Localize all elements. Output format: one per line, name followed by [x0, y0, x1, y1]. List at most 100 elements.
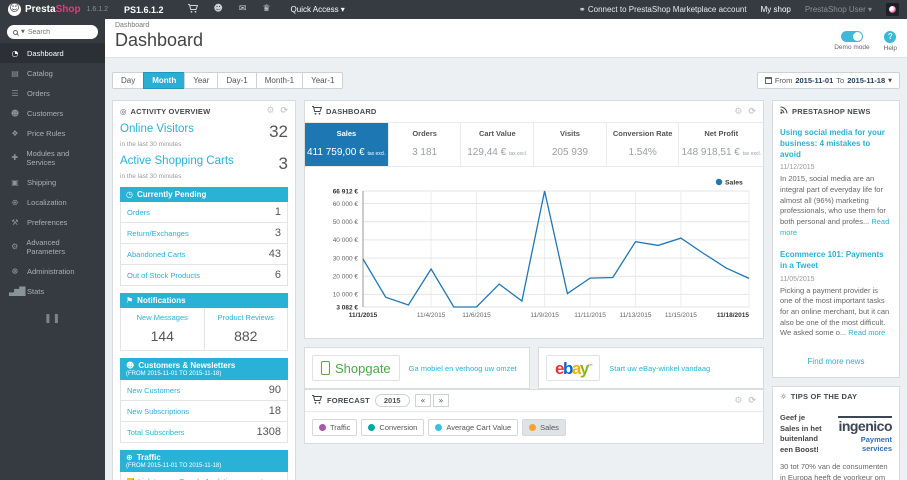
read-more-link[interactable]: Read more	[848, 328, 885, 337]
range-year-1-button[interactable]: Year-1	[302, 72, 344, 89]
news-article-title[interactable]: Using social media for your business: 4 …	[780, 128, 892, 160]
prestashop-logo[interactable]: ☺ PrestaShop 1.6.1.2	[8, 3, 108, 16]
svg-text:3 082 €: 3 082 €	[336, 304, 358, 311]
my-shop-link[interactable]: My shop	[761, 5, 791, 14]
new-subscriptions-link[interactable]: New Subscriptions	[127, 407, 189, 416]
online-visitors-value: 32	[269, 122, 288, 141]
customers-quick-icon[interactable]: ☻	[214, 4, 223, 16]
user-menu[interactable]: PrestaShop User ▾	[805, 5, 872, 14]
forecast-next-button[interactable]: »	[432, 394, 450, 407]
prestashop-logo-icon: ☺	[8, 3, 21, 16]
sidebar-item-orders[interactable]: ☰ Orders	[0, 83, 105, 103]
active-carts-link[interactable]: Active Shopping Carts	[120, 155, 234, 167]
legend-conversion-button[interactable]: Conversion	[361, 419, 425, 436]
svg-text:11/13/2015: 11/13/2015	[619, 312, 651, 319]
gear-icon[interactable]: ⚙	[734, 396, 742, 406]
tips-panel: ☼ TIPS OF THE DAY Geef je Sales in het b…	[772, 386, 900, 480]
sidebar-item-administration[interactable]: ☸ Administration	[0, 261, 105, 281]
date-range-picker[interactable]: From 2015-11-01 To 2015-11-18 ▼	[756, 72, 900, 89]
sidebar-item-customers[interactable]: ☻ Customers	[0, 103, 105, 123]
rss-icon	[780, 106, 788, 116]
sidebar-item-shipping[interactable]: ▣ Shipping	[0, 172, 105, 192]
ebay-link[interactable]: Start uw eBay-winkel vandaag	[609, 364, 710, 373]
help-label: Help	[883, 45, 897, 52]
sidebar-item-preferences[interactable]: ⚒ Preferences	[0, 212, 105, 232]
range-month-1-button[interactable]: Month-1	[255, 72, 304, 89]
sidebar-collapse-button[interactable]: ❚❚	[0, 313, 105, 324]
table-row: Orders 1	[121, 202, 287, 223]
sidebar-item-localization[interactable]: ⊕ Localization	[0, 192, 105, 212]
pending-returns-link[interactable]: Return/Exchanges	[127, 229, 189, 238]
new-messages-cell[interactable]: New Messages 144	[121, 308, 204, 350]
new-customers-link[interactable]: New Customers	[127, 386, 180, 395]
kpi-orders[interactable]: Orders 3 181	[389, 123, 462, 166]
refresh-icon[interactable]: ⟳	[748, 107, 756, 117]
sidebar-item-advanced-parameters[interactable]: ⚙ Advanced Parameters	[0, 232, 105, 261]
refresh-icon[interactable]: ⟳	[280, 106, 288, 116]
search-input[interactable]	[27, 28, 80, 36]
conversion-dot-icon	[368, 424, 376, 431]
forecast-panel: FORECAST 2015 « » ⚙ ⟳ Traffic Conversion …	[304, 389, 764, 444]
kpi-visits[interactable]: Visits 205 939	[534, 123, 607, 166]
svg-text:11/15/2015: 11/15/2015	[665, 312, 697, 319]
online-visitors-link[interactable]: Online Visitors	[120, 123, 194, 135]
find-more-news-link[interactable]: Find more news	[780, 351, 892, 375]
sidebar-item-catalog[interactable]: ▤ Catalog	[0, 63, 105, 83]
demo-mode-toggle[interactable]	[840, 31, 863, 42]
preferences-icon: ⚒	[11, 217, 18, 227]
kpi-row: Sales 411 759,00 € tax excl. Orders 3 18…	[305, 122, 763, 167]
messages-icon[interactable]: ✉	[239, 4, 247, 16]
globe-icon: ⊕	[126, 453, 133, 462]
shopgate-link[interactable]: Ga mobiel en verhoog uw omzet	[409, 364, 517, 373]
legend-traffic-button[interactable]: Traffic	[312, 419, 358, 436]
main-area: Dashboard Dashboard Demo mode ? Help Day…	[105, 19, 907, 480]
breadcrumb[interactable]: Dashboard	[115, 22, 897, 29]
news-article-date: 11/05/2015	[780, 275, 815, 283]
user-avatar[interactable]	[886, 3, 899, 16]
range-day-button[interactable]: Day	[112, 72, 145, 89]
marketplace-connect-link[interactable]: ⚭ Connect to PrestaShop Marketplace acco…	[579, 5, 747, 14]
product-reviews-cell[interactable]: Product Reviews 882	[203, 308, 288, 350]
active-carts-value: 3	[278, 154, 288, 173]
kpi-conversion-rate[interactable]: Conversion Rate 1.54%	[607, 123, 680, 166]
refresh-icon[interactable]: ⟳	[748, 396, 756, 406]
sales-dot-icon	[529, 424, 537, 431]
gear-icon[interactable]: ⚙	[734, 107, 742, 117]
sidebar-item-stats[interactable]: ▃▆█ Stats	[0, 281, 105, 301]
catalog-icon: ▤	[11, 68, 19, 78]
legend-average-cart-value-button[interactable]: Average Cart Value	[428, 419, 519, 436]
help-icon[interactable]: ?	[884, 31, 897, 43]
tips-heading: Geef je Sales in het buitenland een Boos…	[780, 413, 822, 454]
shipping-icon: ▣	[11, 177, 19, 187]
demo-mode-label: Demo mode	[834, 44, 870, 51]
quick-access-menu[interactable]: Quick Access ▾	[291, 5, 345, 14]
news-article-title[interactable]: Ecommerce 101: Payments in a Tweet	[780, 250, 892, 272]
search-scope-caret-icon[interactable]: ▼	[21, 29, 25, 35]
range-year-button[interactable]: Year	[184, 72, 219, 89]
google-analytics-link[interactable]: Link to your Google Analytics account	[120, 472, 288, 480]
gear-icon[interactable]: ⚙	[266, 106, 274, 116]
cart-icon[interactable]	[187, 3, 198, 16]
sidebar-item-dashboard[interactable]: ◔ Dashboard	[0, 43, 105, 63]
kpi-cart-value[interactable]: Cart Value 129,44 € tax excl.	[461, 123, 535, 166]
forecast-legend: Traffic Conversion Average Cart Value Sa…	[305, 412, 763, 443]
news-article: Using social media for your business: 4 …	[780, 128, 892, 238]
kpi-sales[interactable]: Sales 411 759,00 € tax excl.	[305, 123, 389, 166]
pending-orders-link[interactable]: Orders	[127, 208, 150, 217]
svg-text:Sales: Sales	[725, 180, 743, 187]
kpi-net-profit[interactable]: Net Profit 148 918,51 € tax excl.	[679, 123, 763, 166]
sidebar-item-modules[interactable]: ✚ Modules and Services	[0, 143, 105, 172]
range-day-1-button[interactable]: Day-1	[217, 72, 257, 89]
range-button-group: Day Month Year Day-1 Month-1 Year-1	[112, 72, 344, 89]
total-subscribers-link[interactable]: Total Subscribers	[127, 428, 185, 437]
sidebar-item-price-rules[interactable]: ❖ Price Rules	[0, 123, 105, 143]
svg-text:10 000 €: 10 000 €	[333, 292, 359, 299]
range-month-button[interactable]: Month	[143, 72, 186, 89]
svg-text:40 000 €: 40 000 €	[333, 237, 359, 244]
sidebar-search[interactable]: ▼	[7, 25, 98, 39]
out-of-stock-link[interactable]: Out of Stock Products	[127, 271, 200, 280]
legend-sales-button[interactable]: Sales	[522, 419, 566, 436]
abandoned-carts-link[interactable]: Abandoned Carts	[127, 250, 185, 259]
trophy-icon[interactable]: ♛	[262, 4, 270, 16]
forecast-prev-button[interactable]: «	[414, 394, 432, 407]
